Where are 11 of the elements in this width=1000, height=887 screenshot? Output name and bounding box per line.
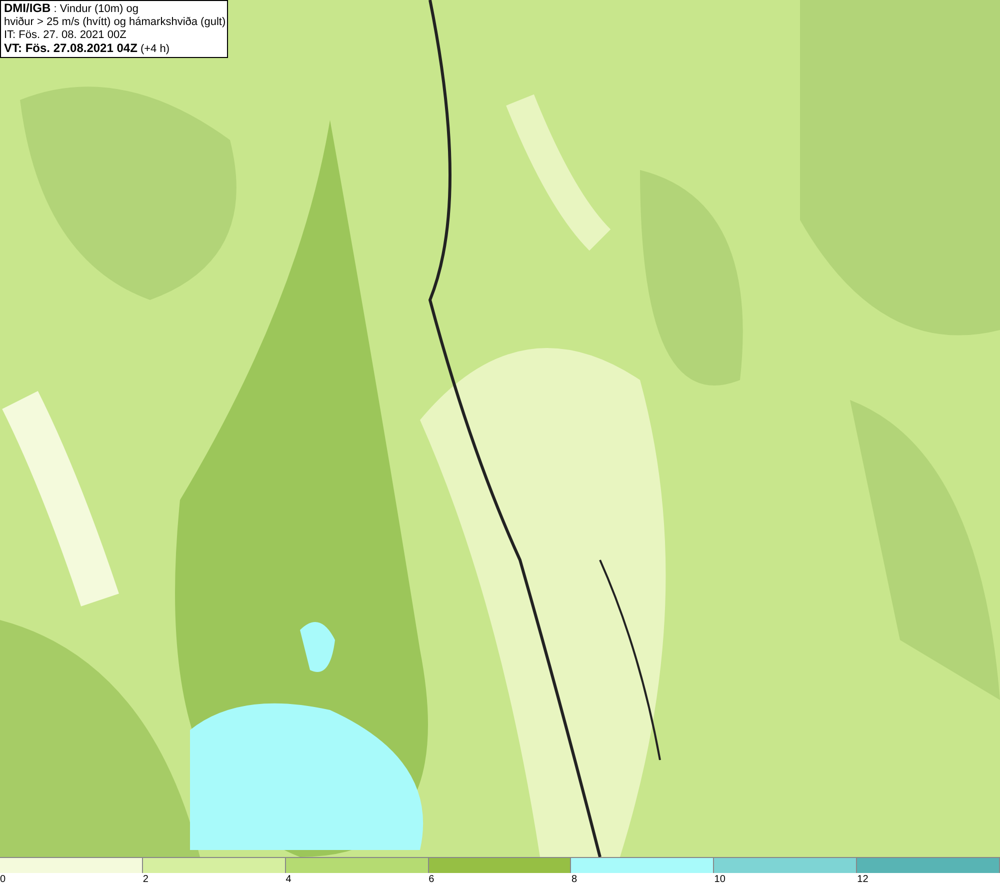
scale-label: 6	[428, 874, 434, 885]
scale-label: 2	[142, 874, 148, 885]
info-line: IT: Fös. 27. 08. 2021 00Z	[4, 29, 128, 42]
scale-label: 10	[714, 874, 726, 885]
info-line: VT: Fös. 27.08.2021 04Z (+4 h)	[4, 42, 171, 56]
scale-label: 8	[571, 874, 577, 885]
scale-label: 4	[286, 874, 292, 885]
scale-label: 12	[857, 874, 868, 885]
info-line: hviður > 25 m/s (hvítt) og hámarkshviða (gult)	[4, 16, 224, 29]
scale-label: 0	[0, 874, 6, 885]
info-line: DMI/IGB : Vindur (10m) og	[4, 2, 140, 16]
